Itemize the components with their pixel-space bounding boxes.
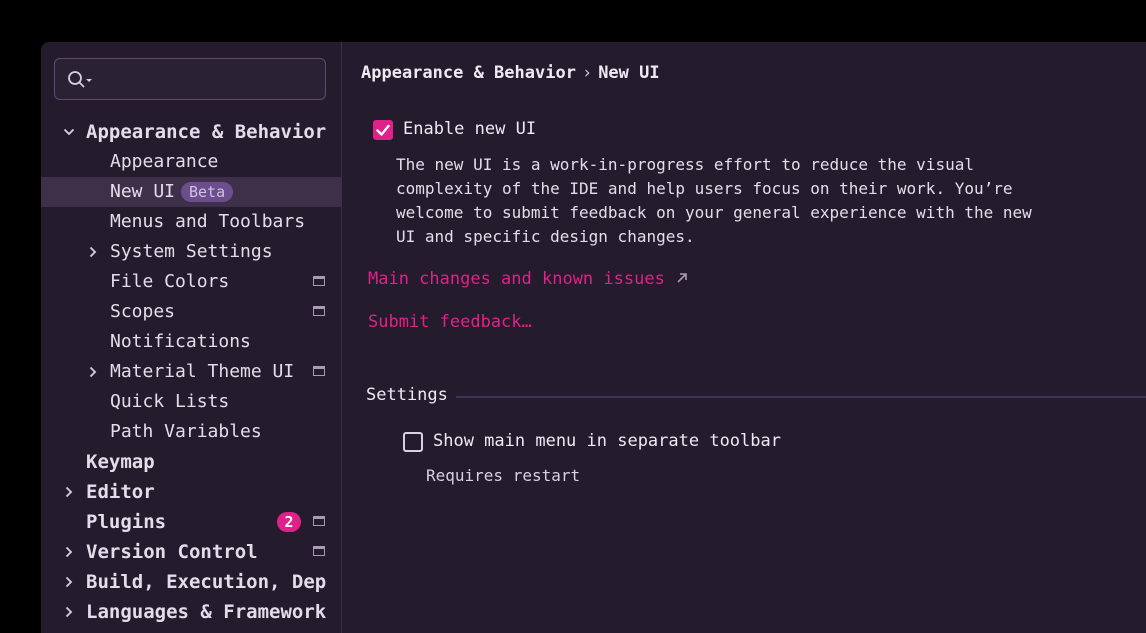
chevron-right-icon[interactable] (63, 567, 73, 597)
sidebar-item-label: Build, Execution, Deployment (86, 571, 326, 593)
settings-window: Appearance & Behavior Appearance New UI Bet… (41, 42, 1146, 633)
submit-feedback-link[interactable]: Submit feedback… (368, 312, 532, 332)
section-divider (456, 396, 1146, 398)
settings-content: Appearance & Behavior › New UI Enable new … (342, 42, 1146, 633)
project-scope-icon (313, 546, 325, 556)
sidebar-item-file-colors[interactable]: File Colors (41, 267, 341, 297)
chevron-right-icon[interactable] (87, 357, 97, 387)
sidebar-item-keymap[interactable]: Keymap (41, 447, 341, 477)
project-scope-icon (313, 366, 325, 376)
breadcrumb-current: New UI (598, 63, 660, 83)
sidebar-item-label: Keymap (86, 451, 155, 473)
sidebar-item-label: Version Control (86, 541, 258, 563)
sidebar-item-label: Notifications (110, 331, 251, 352)
project-scope-icon (313, 306, 325, 316)
show-main-menu-label[interactable]: Show main menu in separate toolbar (433, 431, 781, 451)
sidebar-item-appearance[interactable]: Appearance (41, 147, 341, 177)
sidebar-item-label: Scopes (110, 301, 176, 322)
main-changes-link-label: Main changes and known issues (368, 269, 665, 289)
chevron-right-icon[interactable] (87, 237, 97, 267)
sidebar-item-path-variables[interactable]: Path Variables (41, 417, 341, 447)
sidebar-item-label: Appearance (110, 151, 219, 172)
sidebar-item-label: Path Variables (110, 421, 262, 442)
sidebar-item-quick-lists[interactable]: Quick Lists (41, 387, 341, 417)
sidebar-item-label: Quick Lists (110, 391, 230, 412)
sidebar-item-scopes[interactable]: Scopes (41, 297, 341, 327)
sidebar-item-appearance-behavior[interactable]: Appearance & Behavior (41, 117, 341, 147)
breadcrumb: Appearance & Behavior › New UI (361, 63, 660, 83)
breadcrumb-separator: › (581, 63, 593, 83)
new-ui-description: The new UI is a work-in-progress effort … (396, 155, 1032, 246)
sidebar-item-label: File Colors (110, 271, 230, 292)
show-main-menu-checkbox[interactable] (403, 432, 423, 452)
sidebar-item-label: Editor (86, 481, 155, 503)
sidebar-item-new-ui[interactable]: New UI Beta (41, 177, 341, 207)
breadcrumb-parent[interactable]: Appearance & Behavior (361, 63, 576, 83)
sidebar-item-plugins[interactable]: Plugins 2 (41, 507, 341, 537)
project-scope-icon (313, 276, 325, 286)
sidebar-item-label: System Settings (110, 241, 273, 262)
chevron-right-icon[interactable] (63, 597, 73, 627)
sidebar-item-build-execution-deployment[interactable]: Build, Execution, Deployment (41, 567, 341, 597)
sidebar-item-languages-frameworks[interactable]: Languages & Frameworks (41, 597, 341, 627)
settings-section-title: Settings (366, 385, 448, 405)
external-link-arrow-icon (677, 273, 687, 283)
sidebar-item-notifications[interactable]: Notifications (41, 327, 341, 357)
sidebar-item-label: Languages & Frameworks (86, 601, 326, 623)
enable-new-ui-label[interactable]: Enable new UI (403, 119, 536, 139)
sidebar-item-label: Menus and Toolbars (110, 211, 306, 232)
chevron-down-icon[interactable] (63, 117, 75, 147)
main-changes-link[interactable]: Main changes and known issues (368, 269, 689, 289)
check-icon (376, 124, 390, 136)
sidebar-item-editor[interactable]: Editor (41, 477, 341, 507)
chevron-right-icon[interactable] (63, 537, 73, 567)
beta-badge: Beta (181, 182, 234, 202)
chevron-right-icon[interactable] (63, 477, 73, 507)
project-scope-icon (313, 516, 325, 526)
settings-sidebar: Appearance & Behavior Appearance New UI Bet… (41, 42, 342, 633)
enable-new-ui-checkbox[interactable] (373, 120, 393, 140)
requires-restart-hint: Requires restart (426, 466, 581, 485)
sidebar-item-label: Material Theme UI (110, 361, 295, 382)
sidebar-item-version-control[interactable]: Version Control (41, 537, 341, 567)
search-field[interactable] (54, 58, 326, 100)
search-input[interactable] (101, 67, 320, 93)
search-icon (68, 71, 92, 88)
sidebar-item-system-settings[interactable]: System Settings (41, 237, 341, 267)
sidebar-item-menus-and-toolbars[interactable]: Menus and Toolbars (41, 207, 341, 237)
sidebar-item-label: Appearance & Behavior (86, 121, 326, 143)
sidebar-item-material-theme-ui[interactable]: Material Theme UI (41, 357, 341, 387)
plugin-updates-count-badge: 2 (277, 512, 301, 532)
